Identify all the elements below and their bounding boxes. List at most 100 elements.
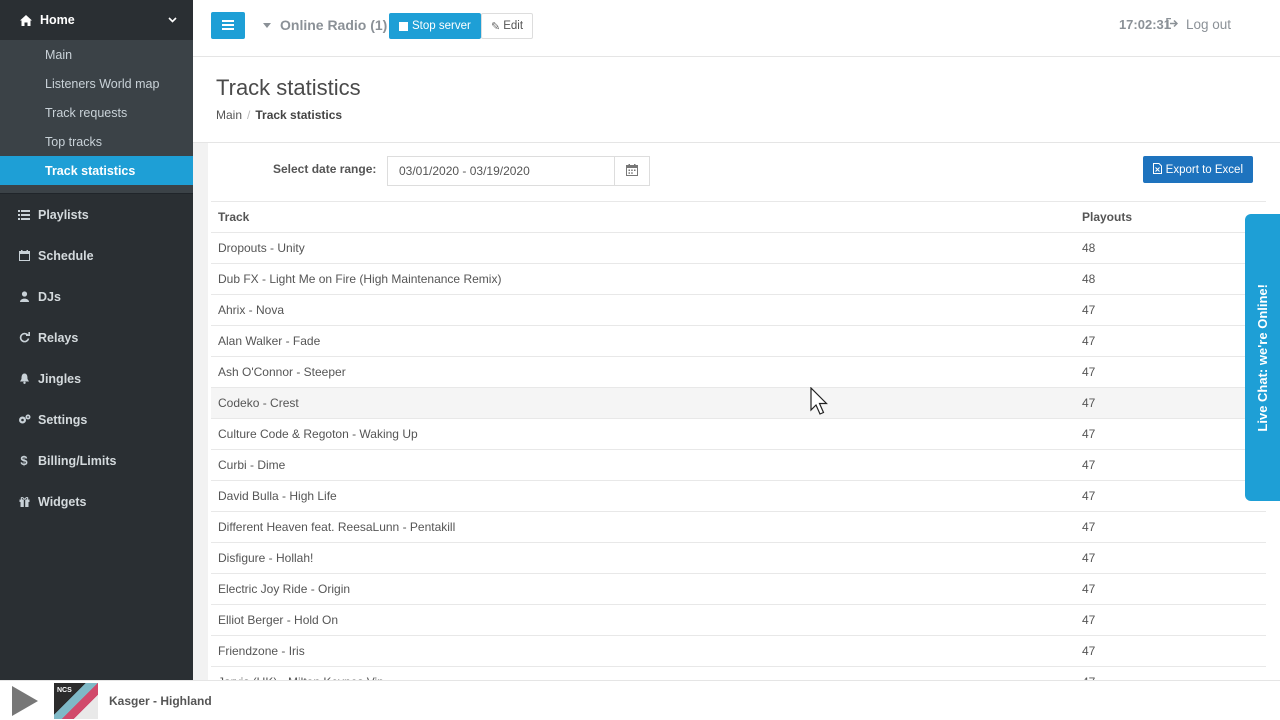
page-header: Track statistics Main / Track statistics (193, 57, 1280, 143)
breadcrumb-current: Track statistics (255, 108, 343, 122)
stop-icon (399, 21, 408, 31)
audio-player-bar: NCS Kasger - Highland (0, 680, 1280, 720)
now-playing-title: Kasger - Highland (109, 693, 212, 708)
table-row[interactable]: Ash O'Connor - Steeper 47 (211, 356, 1266, 388)
logout-label: Log out (1185, 17, 1231, 32)
sidebar-item-relays[interactable]: Relays (0, 317, 193, 358)
sidebar-item-label: Schedule (38, 248, 94, 263)
sidebar-item-label: Jingles (38, 371, 82, 386)
calendar-icon (626, 163, 638, 179)
playouts-cell: 47 (1075, 480, 1266, 512)
playouts-cell: 47 (1075, 666, 1266, 680)
gears-icon (17, 414, 31, 425)
edit-label: Edit (503, 20, 524, 32)
playouts-cell: 47 (1075, 511, 1266, 543)
column-header-track[interactable]: Track (211, 201, 1075, 233)
table-row[interactable]: Culture Code & Regoton - Waking Up 47 (211, 418, 1266, 450)
table-row[interactable]: Dropouts - Unity 48 (211, 232, 1266, 264)
track-cell: Curbi - Dime (211, 449, 1075, 481)
edit-button[interactable]: ✎ Edit (481, 13, 534, 39)
playouts-cell: 47 (1075, 635, 1266, 667)
sidebar-subitem-listeners-map[interactable]: Listeners World map (0, 69, 193, 98)
sidebar-subitem-label: Listeners World map (45, 76, 160, 91)
gift-icon (17, 496, 31, 507)
stop-server-button[interactable]: Stop server (389, 13, 481, 39)
sign-out-icon (1166, 17, 1179, 32)
album-cover: NCS (54, 682, 98, 719)
sidebar-item-billing[interactable]: $ Billing/Limits (0, 440, 193, 481)
sidebar-item-label: DJs (38, 289, 61, 304)
export-label: Export to Excel (1165, 163, 1243, 176)
topbar: Online Radio (1) Stop server ✎ Edit 17:0… (193, 0, 1280, 57)
table-row[interactable]: David Bulla - High Life 47 (211, 480, 1266, 512)
track-cell: David Bulla - High Life (211, 480, 1075, 512)
track-cell: Disfigure - Hollah! (211, 542, 1075, 574)
table-row[interactable]: Dub FX - Light Me on Fire (High Maintena… (211, 263, 1266, 295)
sidebar-submenu-padding (0, 185, 193, 193)
sidebar-item-djs[interactable]: DJs (0, 276, 193, 317)
playouts-cell: 48 (1075, 232, 1266, 264)
sidebar-item-schedule[interactable]: Schedule (0, 235, 193, 276)
track-cell: Electric Joy Ride - Origin (211, 573, 1075, 605)
station-selector[interactable]: Online Radio (1) (263, 17, 387, 33)
sidebar-item-widgets[interactable]: Widgets (0, 481, 193, 522)
sidebar-subitem-track-requests[interactable]: Track requests (0, 98, 193, 127)
sidebar-subitem-label: Main (45, 47, 73, 62)
track-cell: Alan Walker - Fade (211, 325, 1075, 357)
sidebar-home-section: Home Main Listeners World map Track requ… (0, 0, 193, 194)
playouts-cell: 47 (1075, 356, 1266, 388)
sidebar-item-playlists[interactable]: Playlists (0, 194, 193, 235)
playouts-cell: 47 (1075, 449, 1266, 481)
mouse-cursor-icon (810, 386, 828, 418)
table-row[interactable]: Different Heaven feat. ReesaLunn - Penta… (211, 511, 1266, 543)
sidebar-item-home[interactable]: Home (0, 0, 193, 40)
page-title: Track statistics (216, 75, 361, 100)
server-clock: 17:02:31 (1118, 17, 1171, 32)
table-row[interactable]: Alan Walker - Fade 47 (211, 325, 1266, 357)
sidebar-item-label: Home (40, 13, 75, 27)
table-row[interactable]: Disfigure - Hollah! 47 (211, 542, 1266, 574)
date-range-value: 03/01/2020 - 03/19/2020 (399, 164, 530, 178)
track-cell: Codeko - Crest (211, 387, 1075, 419)
export-to-excel-button[interactable]: Export to Excel (1142, 156, 1253, 183)
sidebar-item-jingles[interactable]: Jingles (0, 358, 193, 399)
breadcrumb-main-link[interactable]: Main (216, 108, 242, 122)
track-cell: Jarvis (UK) - Milton Keynes Vip (211, 666, 1075, 680)
column-header-playouts[interactable]: Playouts (1075, 201, 1266, 233)
table-row[interactable]: Electric Joy Ride - Origin 47 (211, 573, 1266, 605)
sidebar-subitem-main[interactable]: Main (0, 40, 193, 69)
table-row[interactable]: Jarvis (UK) - Milton Keynes Vip47 (211, 666, 1266, 680)
refresh-icon (17, 332, 31, 343)
table-row[interactable]: Elliot Berger - Hold On 47 (211, 604, 1266, 636)
table-row[interactable]: Friendzone - Iris 47 (211, 635, 1266, 667)
track-cell: Different Heaven feat. ReesaLunn - Penta… (211, 511, 1075, 543)
bell-icon (17, 373, 31, 384)
sidebar-item-label: Settings (38, 412, 88, 427)
sidebar-subitem-top-tracks[interactable]: Top tracks (0, 127, 193, 156)
playouts-cell: 47 (1075, 387, 1266, 419)
date-range-input[interactable]: 03/01/2020 - 03/19/2020 (387, 156, 615, 186)
home-icon (20, 14, 32, 26)
track-cell: Friendzone - Iris (211, 635, 1075, 667)
sidebar-item-label: Widgets (38, 494, 87, 509)
menu-toggle-button[interactable] (211, 12, 245, 39)
track-cell: Elliot Berger - Hold On (211, 604, 1075, 636)
table-row[interactable]: Codeko - Crest 47 (211, 387, 1266, 419)
track-cell: Culture Code & Regoton - Waking Up (211, 418, 1075, 450)
chevron-down-icon (168, 13, 177, 27)
list-icon (17, 209, 31, 220)
logout-link[interactable]: Log out (1166, 17, 1231, 32)
sidebar-item-settings[interactable]: Settings (0, 399, 193, 440)
sidebar-subitem-label: Track requests (45, 105, 128, 120)
caret-down-icon (263, 22, 271, 28)
content-panel: Select date range: 03/01/2020 - 03/19/20… (208, 143, 1280, 680)
sidebar-subitem-track-statistics[interactable]: Track statistics (0, 156, 193, 185)
table-row[interactable]: Curbi - Dime 47 (211, 449, 1266, 481)
calendar-button[interactable] (614, 156, 650, 186)
live-chat-tab[interactable]: Live Chat: we're Online! (1245, 214, 1280, 501)
table-row[interactable]: Ahrix - Nova 47 (211, 294, 1266, 326)
track-cell: Dub FX - Light Me on Fire (High Maintena… (211, 263, 1075, 295)
play-button[interactable] (0, 681, 50, 720)
playouts-cell: 47 (1075, 418, 1266, 450)
user-icon (17, 291, 31, 302)
